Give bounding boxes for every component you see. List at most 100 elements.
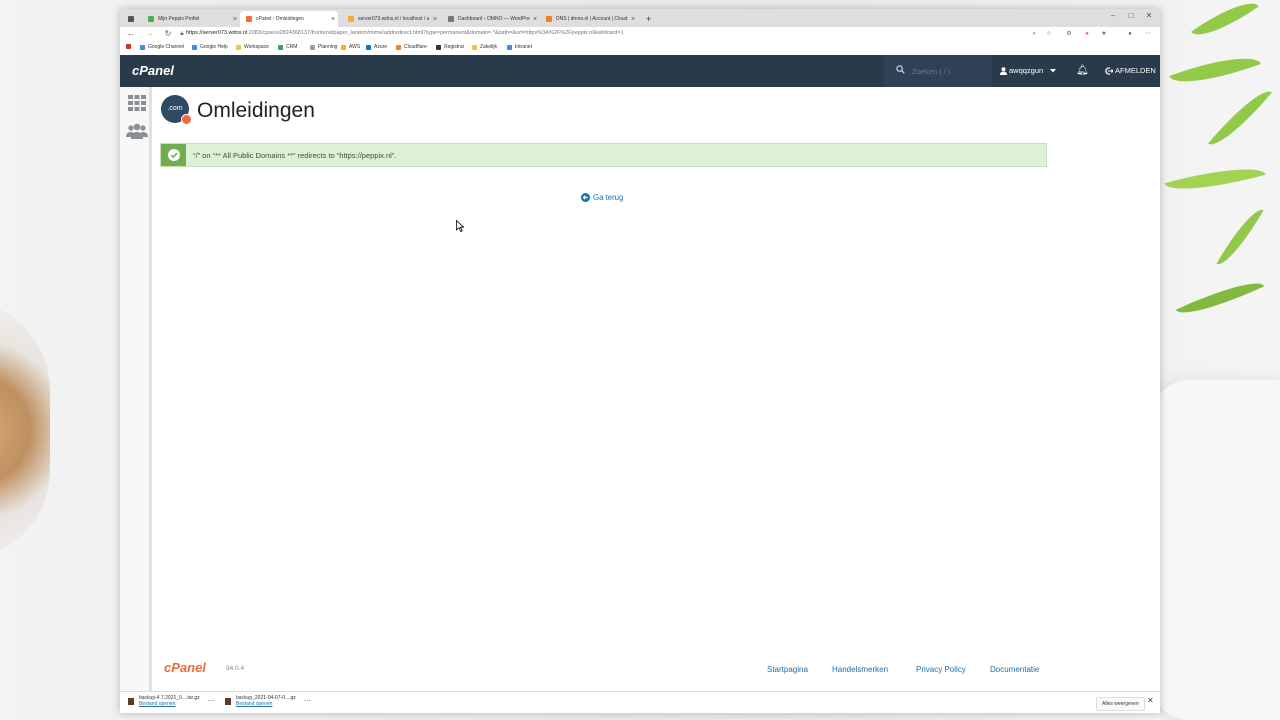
logout-button[interactable]: AFMELDEN (1105, 66, 1156, 75)
bookmark-item[interactable]: Intranet (507, 44, 532, 50)
success-alert: “/” on “** All Public Domains **” redire… (160, 143, 1047, 167)
tab-close-icon[interactable]: × (530, 16, 540, 23)
add-favorite-icon[interactable]: ☆ (1045, 30, 1053, 38)
tab-strip: Mijn Peppix Profiel × cPanel - Omleidingen… (120, 9, 1160, 27)
logout-label: AFMELDEN (1115, 66, 1156, 75)
bookmark-label: Google Help (200, 44, 228, 50)
bookmark-icon (366, 44, 371, 50)
search-input[interactable] (912, 65, 986, 77)
footer-link-privacy[interactable]: Privacy Policy (916, 665, 966, 674)
footer-link-home[interactable]: Startpagina (767, 665, 808, 674)
bookmark-item[interactable]: Cloudflare (396, 44, 427, 50)
version-number: 94.0.4 (226, 665, 245, 672)
bookmark-label: Zakelijk (480, 44, 497, 50)
tab-close-icon[interactable]: × (230, 16, 240, 23)
bookmark-icon (507, 44, 512, 50)
download-item[interactable]: backup-4.7.2021_0....tar.gz Bestand open… (128, 695, 215, 711)
tab-close-icon[interactable]: × (628, 16, 638, 23)
window-close-icon[interactable]: ✕ (1140, 11, 1158, 20)
open-file-link[interactable]: Bestand openen (139, 701, 200, 707)
extension-icon[interactable]: ⚙ (1065, 30, 1073, 38)
tab-title: Mijn Peppix Profiel (158, 16, 200, 22)
new-tab-icon[interactable]: + (640, 11, 654, 27)
cpanel-logo[interactable]: cPanel (132, 63, 174, 78)
url-path: :2083/cpsess2824368137/frontend/paper_la… (247, 30, 624, 36)
bookmark-label: Google Channel (148, 44, 185, 50)
bookmark-icon (341, 44, 346, 50)
alert-icon-box (161, 144, 186, 166)
bookmark-label: CRM (286, 44, 298, 50)
browser-tab[interactable]: cPanel - Omleidingen × (240, 11, 338, 27)
url-field[interactable]: https://server073.wdns.nl:2083/cpsess282… (186, 30, 1026, 36)
footer-link-documentation[interactable]: Documentatie (990, 665, 1039, 674)
bookmark-icon (236, 44, 241, 50)
check-circle-icon (168, 149, 180, 161)
bookmark-item[interactable]: Zakelijk (472, 44, 497, 50)
search-box (884, 55, 992, 87)
maximize-icon[interactable]: □ (1122, 11, 1140, 20)
footer-cpanel-logo[interactable]: cPanel (164, 660, 206, 675)
minimize-icon[interactable]: – (1104, 11, 1122, 20)
bookmark-icon (140, 44, 145, 50)
tab-close-icon[interactable]: × (328, 16, 338, 23)
bookmark-item[interactable]: Workspace (236, 44, 269, 50)
apps-grid-icon[interactable] (128, 95, 146, 111)
archive-file-icon (128, 698, 134, 705)
bookmark-icon (278, 44, 283, 50)
bookmark-item[interactable]: Planning (310, 44, 337, 50)
tab-close-icon[interactable]: × (430, 16, 440, 23)
tab-favicon-icon (546, 16, 552, 22)
username: awqqzgun (1009, 66, 1044, 75)
tab-title: cPanel - Omleidingen (256, 16, 304, 22)
browser-tab[interactable]: Dashboard ‹ OMNO — WordPre × (442, 11, 540, 27)
forward-icon[interactable]: → (144, 29, 156, 38)
close-downloads-icon[interactable]: ✕ (1147, 696, 1154, 705)
bookmark-item[interactable]: CRM (278, 44, 297, 50)
notifications-bell-icon[interactable]: 🔔︎ (1076, 65, 1089, 76)
footer: cPanel 94.0.4 Startpagina Handelsmerken … (152, 657, 1160, 681)
tab-actions-menu[interactable] (122, 11, 136, 27)
user-menu[interactable]: awqqzgun (1000, 66, 1057, 75)
browser-tab[interactable]: DNS | dmno.nl | Account | Cloud × (540, 11, 638, 27)
bookmark-icon (396, 44, 401, 50)
bookmark-label: Azure (374, 44, 388, 50)
download-item[interactable]: backup_2021-04-07-0....gz Bestand openen… (225, 695, 311, 711)
arrow-circle-left-icon (581, 193, 590, 202)
tab-favicon-icon (246, 16, 252, 22)
bookmark-item[interactable]: Google Channel (140, 44, 184, 50)
page-icon-badge (181, 114, 192, 125)
users-icon[interactable] (126, 123, 148, 139)
favorites-icon[interactable]: ★ (1100, 30, 1108, 38)
reload-icon[interactable]: ↻ (162, 29, 174, 38)
back-icon[interactable]: ← (125, 29, 137, 38)
profile-avatar-icon[interactable]: ● (1126, 30, 1134, 38)
bookmark-item[interactable]: AWS (341, 44, 360, 50)
browser-tab[interactable]: server073.wdns.nl / localhost / u × (342, 11, 440, 27)
show-all-downloads-button[interactable]: Alles weergeven (1096, 697, 1145, 711)
user-icon (1000, 66, 1007, 75)
go-back-link[interactable]: Ga terug (581, 193, 623, 202)
bookmark-label: AWS (349, 44, 361, 50)
bookmark-item[interactable] (126, 44, 134, 49)
extension-orange-icon[interactable]: ● (1083, 30, 1091, 38)
bookmark-label: Cloudflare (404, 44, 427, 50)
browser-menu-icon[interactable]: ⋯ (1144, 30, 1152, 38)
open-file-link[interactable]: Bestand openen (236, 701, 296, 707)
footer-link-trademarks[interactable]: Handelsmerken (832, 665, 888, 674)
logout-icon (1105, 66, 1113, 75)
zoom-icon[interactable]: ⌕ (1030, 30, 1038, 38)
bookmark-label: Registrar (444, 44, 465, 50)
download-more-icon[interactable]: ⋯ (208, 697, 215, 705)
bookmark-item[interactable]: Registrar (436, 44, 464, 50)
browser-tab[interactable]: Mijn Peppix Profiel × (142, 11, 240, 27)
bookmark-item[interactable]: Azure (366, 44, 387, 50)
lock-icon[interactable]: 🔒︎ (178, 30, 186, 38)
archive-file-icon (225, 698, 231, 705)
cpanel-header: cPanel awqqzgun 🔔︎ AFMELDEN (120, 55, 1160, 87)
tab-favicon-icon (448, 16, 454, 22)
alert-message: “/” on “** All Public Domains **” redire… (193, 151, 397, 160)
bookmark-item[interactable]: Google Help (192, 44, 228, 50)
bookmarks-bar: Google Channel Google Help Workspace CRM Pla… (120, 41, 1160, 56)
tab-favicon-icon (148, 16, 154, 22)
download-more-icon[interactable]: ⋯ (304, 697, 311, 705)
